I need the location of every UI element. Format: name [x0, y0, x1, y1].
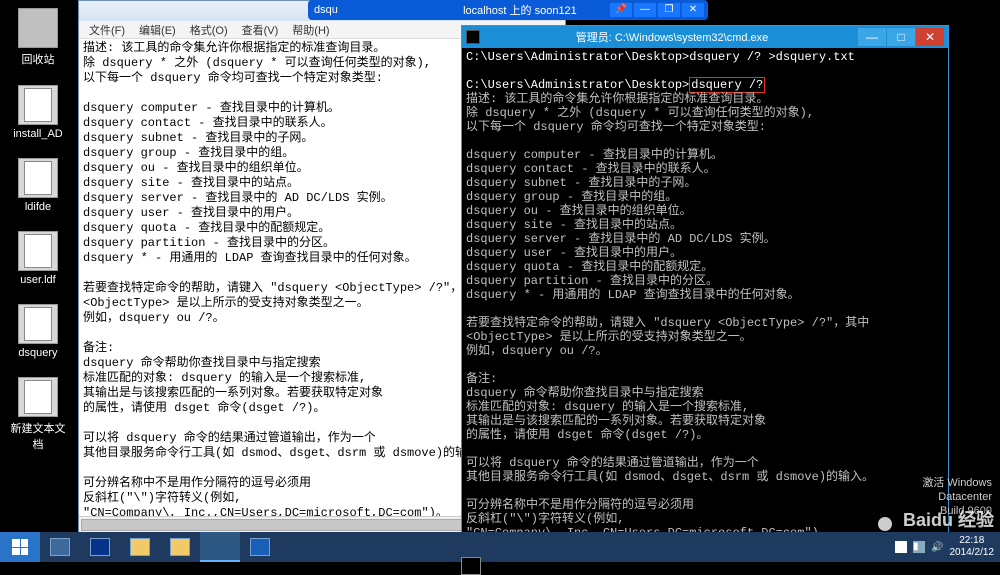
- cmd-output-area[interactable]: C:\Users\Administrator\Desktop>dsquery /…: [462, 48, 948, 532]
- clock-date: 2014/2/12: [950, 547, 995, 559]
- server-manager-icon: [50, 538, 70, 556]
- clock-time: 22:18: [950, 535, 995, 547]
- tray-network-icon[interactable]: ▮: [913, 541, 925, 553]
- taskbar-cmd[interactable]: [200, 532, 240, 562]
- cmd-close-button[interactable]: ✕: [916, 28, 944, 46]
- rdp-icon: [250, 538, 270, 556]
- folder-icon: [170, 538, 190, 556]
- tray-sound-icon[interactable]: 🔊: [931, 542, 943, 553]
- activate-text: 激活 Windows: [922, 476, 992, 490]
- taskbar-clock[interactable]: 22:18 2014/2/12: [950, 535, 995, 559]
- desktop-icon-install-ad[interactable]: install_AD: [8, 85, 68, 140]
- file-icon: [18, 231, 58, 271]
- desktop-icon-recycle-bin[interactable]: 回收站: [8, 8, 68, 67]
- desktop-icon-dsquery[interactable]: dsquery: [8, 304, 68, 359]
- taskbar-explorer-2[interactable]: [160, 532, 200, 562]
- menu-format[interactable]: 格式(O): [184, 21, 234, 38]
- menu-help[interactable]: 帮助(H): [286, 21, 335, 38]
- edition-text: Datacenter: [922, 490, 992, 504]
- desktop-icon-new-text[interactable]: 新建文本文 档: [8, 377, 68, 452]
- windows-logo-icon: [12, 539, 28, 555]
- scrollbar-thumb[interactable]: [81, 519, 501, 531]
- rdp-connection-bar[interactable]: dsqu localhost 上的 soon121 📌 — ❐ ✕: [308, 0, 708, 20]
- taskbar-rdp[interactable]: [240, 532, 280, 562]
- rdp-restore-button[interactable]: ❐: [658, 3, 680, 17]
- taskbar-powershell[interactable]: [80, 532, 120, 562]
- cmd-titlebar[interactable]: 管理员: C:\Windows\system32\cmd.exe — □ ✕: [462, 26, 948, 48]
- cmd-prompt: C:\Users\Administrator\Desktop>: [466, 78, 689, 92]
- rdp-close-button[interactable]: ✕: [682, 3, 704, 17]
- cmd-window: 管理员: C:\Windows\system32\cmd.exe — □ ✕ C…: [461, 25, 949, 533]
- cmd-highlighted-command: dsquery /?: [689, 77, 765, 93]
- taskbar-explorer[interactable]: [120, 532, 160, 562]
- desktop-icon-ldifde[interactable]: ldifde: [8, 158, 68, 213]
- folder-icon: [130, 538, 150, 556]
- desktop-icon-user-ldf[interactable]: user.ldf: [8, 231, 68, 286]
- cmd-icon: [461, 557, 481, 575]
- rdp-minimize-button[interactable]: —: [634, 3, 656, 17]
- watermark-brand: Baidu 经验: [903, 506, 994, 532]
- start-button[interactable]: [0, 532, 40, 562]
- cmd-icon: [466, 30, 480, 44]
- menu-file[interactable]: 文件(F): [83, 21, 131, 38]
- recycle-bin-icon: [18, 8, 58, 48]
- rdp-host-text: localhost 上的 soon121: [463, 2, 577, 18]
- paw-icon: [871, 507, 899, 531]
- menu-view[interactable]: 查看(V): [236, 21, 285, 38]
- cmd-line-1: C:\Users\Administrator\Desktop>dsquery /…: [466, 50, 855, 64]
- cmd-minimize-button[interactable]: —: [858, 28, 886, 46]
- file-icon: [18, 85, 58, 125]
- cmd-body: 描述: 该工具的命令集允许你根据指定的标准查询目录。 除 dsquery * 之…: [466, 92, 874, 532]
- system-tray: ▮ 🔊 22:18 2014/2/12: [889, 535, 1000, 559]
- action-center-icon[interactable]: [895, 541, 907, 553]
- taskbar-server-manager[interactable]: [40, 532, 80, 562]
- cmd-title-text: 管理员: C:\Windows\system32\cmd.exe: [486, 29, 858, 45]
- file-icon: [18, 377, 58, 417]
- desktop-icon-list: 回收站 install_AD ldifde user.ldf dsquery 新…: [8, 8, 68, 452]
- rdp-left-text: dsqu: [314, 4, 338, 16]
- powershell-icon: [90, 538, 110, 556]
- cmd-maximize-button[interactable]: □: [887, 28, 915, 46]
- menu-edit[interactable]: 编辑(E): [133, 21, 182, 38]
- rdp-pin-button[interactable]: 📌: [610, 3, 632, 17]
- file-icon: [18, 158, 58, 198]
- file-icon: [18, 304, 58, 344]
- taskbar: ▮ 🔊 22:18 2014/2/12: [0, 532, 1000, 562]
- baidu-watermark: Baidu 经验: [871, 506, 994, 532]
